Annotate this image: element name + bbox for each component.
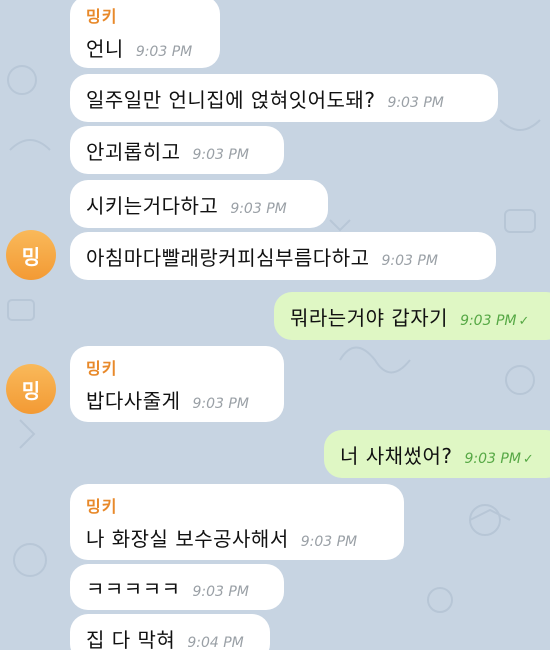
message-text: 안괴롭히고 [86,139,181,164]
message-text: 일주일만 언니집에 얹혀잇어도돼? [86,87,376,112]
sender-avatar[interactable]: 밍 [6,364,56,414]
message-time: 9:03 PM [230,201,287,217]
message-bubble-incoming[interactable]: 밍키 밥다사줄게 9:03 PM [70,346,284,422]
message-time: 9:03 PM [387,95,444,111]
message-time: 9:03 PM [192,584,249,600]
sender-avatar[interactable]: 밍 [6,230,56,280]
message-time: 9:03 PM [300,534,358,550]
message-text: 나 화장실 보수공사해서 [86,526,289,551]
double-check-icon: ✓ [518,313,530,329]
sender-name: 밍키 [86,358,118,378]
message-text: 뭐라는거야 갑자기 [290,305,449,330]
chat-history: 밍키 언니 9:03 PM 일주일만 언니집에 얹혀잇어도돼? 9:03 PM … [0,0,550,650]
message-bubble-incoming[interactable]: 일주일만 언니집에 얹혀잇어도돼? 9:03 PM [70,74,498,122]
message-time: 9:03 PM [381,253,438,269]
sender-name: 밍키 [86,496,118,516]
message-bubble-outgoing[interactable]: 너 사채썼어? 9:03 PM ✓ [324,430,550,478]
avatar-initial: 밍 [21,378,41,403]
message-time: 9:03 PM [464,451,521,467]
message-bubble-incoming[interactable]: 안괴롭히고 9:03 PM [70,126,284,174]
message-text: 언니 [86,36,124,61]
avatar-initial: 밍 [21,244,41,269]
message-time: 9:04 PM [187,635,244,650]
message-time: 9:03 PM [192,147,249,163]
message-text: ㅋㅋㅋㅋㅋ [86,576,181,601]
message-text: 너 사채썼어? [340,443,453,468]
sender-name: 밍키 [86,6,118,26]
message-bubble-incoming[interactable]: ㅋㅋㅋㅋㅋ 9:03 PM [70,564,284,610]
message-bubble-incoming[interactable]: 밍키 언니 9:03 PM [70,0,220,68]
message-text: 아침마다빨래랑커피심부름다하고 [86,245,370,270]
message-bubble-incoming[interactable]: 밍키 나 화장실 보수공사해서 9:03 PM [70,484,404,560]
message-bubble-incoming[interactable]: 집 다 막혀 9:04 PM [70,614,270,650]
message-text: 집 다 막혀 [86,627,176,650]
message-bubble-outgoing[interactable]: 뭐라는거야 갑자기 9:03 PM ✓ [274,292,550,340]
message-text: 밥다사줄게 [86,388,181,413]
message-time: 9:03 PM [192,396,249,412]
message-text: 시키는거다하고 [86,193,219,218]
double-check-icon: ✓ [522,451,534,467]
message-bubble-incoming[interactable]: 시키는거다하고 9:03 PM [70,180,328,228]
message-time: 9:03 PM [135,44,193,60]
message-time: 9:03 PM [460,313,517,329]
message-bubble-incoming[interactable]: 아침마다빨래랑커피심부름다하고 9:03 PM [70,232,496,280]
